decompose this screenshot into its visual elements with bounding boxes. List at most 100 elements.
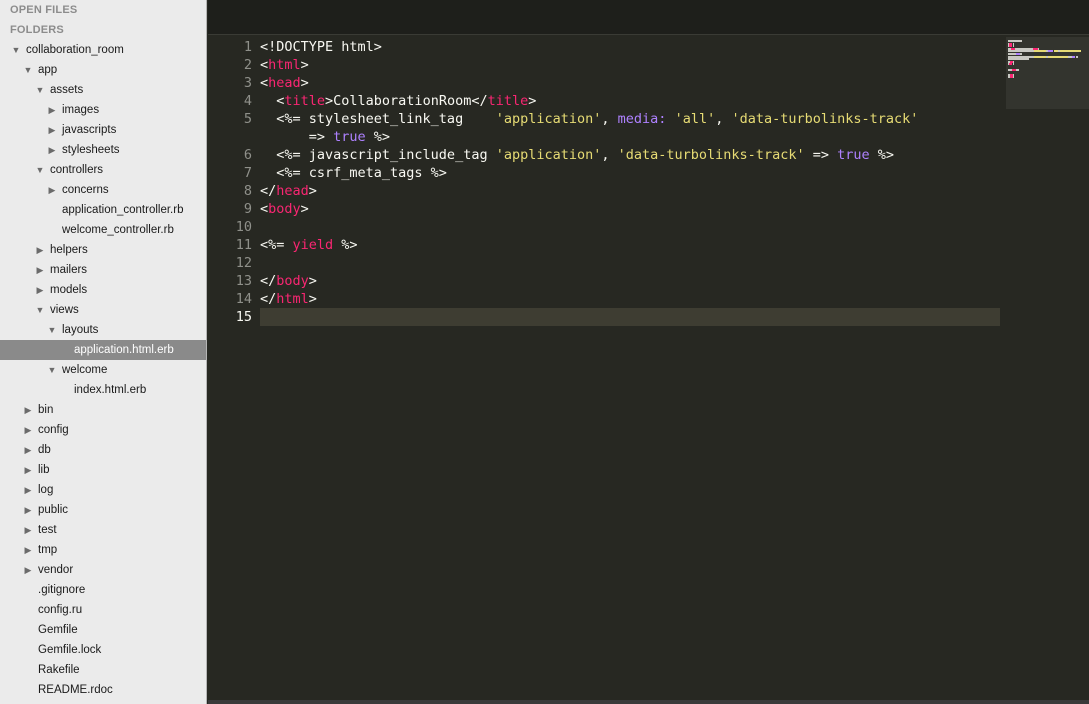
- code-line[interactable]: <%= javascript_include_tag 'application'…: [260, 146, 1010, 164]
- code-line[interactable]: <body>: [260, 200, 1010, 218]
- minimap-token: [1034, 55, 1046, 58]
- folder-item[interactable]: ▶ stylesheets: [0, 140, 206, 160]
- minimap[interactable]: [1006, 37, 1089, 109]
- folder-item[interactable]: ▶ bin: [0, 400, 206, 420]
- folder-item[interactable]: ▼ assets: [0, 80, 206, 100]
- minimap-token: [1047, 50, 1053, 53]
- folder-item[interactable]: ▶ db: [0, 440, 206, 460]
- disclosure-collapsed-icon[interactable]: ▶: [22, 400, 34, 420]
- disclosure-collapsed-icon[interactable]: ▶: [46, 120, 58, 140]
- line-number: 14: [235, 291, 252, 307]
- disclosure-expanded-icon[interactable]: ▼: [22, 60, 34, 80]
- code-line[interactable]: <title>CollaborationRoom</title>: [260, 92, 1010, 110]
- disclosure-expanded-icon[interactable]: ▼: [34, 80, 46, 100]
- code-line[interactable]: <%= csrf_meta_tags %>: [260, 164, 1010, 182]
- disclosure-expanded-icon[interactable]: ▼: [34, 300, 46, 320]
- disclosure-collapsed-icon[interactable]: ▶: [22, 560, 34, 580]
- line-number: 2: [243, 57, 252, 73]
- code-line[interactable]: => true %>: [260, 128, 1010, 146]
- code-line[interactable]: <%= stylesheet_link_tag 'application', m…: [260, 110, 1010, 128]
- tree-item-label: collaboration_room: [26, 44, 124, 56]
- code-token: title: [487, 93, 529, 109]
- disclosure-collapsed-icon[interactable]: ▶: [46, 140, 58, 160]
- code-line-current[interactable]: [260, 308, 1000, 326]
- code-area[interactable]: <!DOCTYPE html> <html> <head> <title>Colla…: [260, 38, 1010, 326]
- editor-pane[interactable]: 1 2 3 4 5 6 7 8 9 10 11 12 13 14 15 <!DOCTYPE html> <ht…: [208, 0, 1089, 704]
- code-line[interactable]: </head>: [260, 182, 1010, 200]
- disclosure-collapsed-icon[interactable]: ▶: [22, 500, 34, 520]
- code-token: >: [300, 201, 309, 217]
- disclosure-expanded-icon[interactable]: ▼: [46, 320, 58, 340]
- folder-item[interactable]: ▶ images: [0, 100, 206, 120]
- tree-item-label: assets: [50, 84, 84, 96]
- code-line[interactable]: <html>: [260, 56, 1010, 74]
- folder-item[interactable]: ▶ test: [0, 520, 206, 540]
- folder-item[interactable]: ▶ helpers: [0, 240, 206, 260]
- folder-item[interactable]: ▶ log: [0, 480, 206, 500]
- disclosure-collapsed-icon[interactable]: ▶: [22, 480, 34, 500]
- line-number: 12: [235, 255, 252, 271]
- open-files-header[interactable]: OPEN FILES: [0, 0, 206, 20]
- minimap-token: [1013, 76, 1015, 79]
- tree-item-label: Gemfile: [38, 624, 78, 636]
- file-item[interactable]: Rakefile: [0, 660, 206, 680]
- code-line[interactable]: <!DOCTYPE html>: [260, 38, 1010, 56]
- code-line[interactable]: </body>: [260, 272, 1010, 290]
- disclosure-collapsed-icon[interactable]: ▶: [22, 540, 34, 560]
- file-item[interactable]: application_controller.rb: [0, 200, 206, 220]
- minimap-token: [1075, 55, 1079, 58]
- file-item[interactable]: Gemfile: [0, 620, 206, 640]
- file-item[interactable]: welcome_controller.rb: [0, 220, 206, 240]
- disclosure-expanded-icon[interactable]: ▼: [46, 360, 58, 380]
- code-token: html: [276, 291, 309, 307]
- folder-item[interactable]: ▼ app: [0, 60, 206, 80]
- code-line[interactable]: [260, 254, 1010, 272]
- folder-item[interactable]: ▼ welcome: [0, 360, 206, 380]
- disclosure-expanded-icon[interactable]: ▼: [10, 40, 22, 60]
- folder-item[interactable]: ▶ models: [0, 280, 206, 300]
- code-token: 'data-turbolinks-track': [617, 147, 805, 163]
- file-item[interactable]: application.html.erb: [0, 340, 206, 360]
- folder-item[interactable]: ▶ config: [0, 420, 206, 440]
- line-number: 9: [243, 201, 252, 217]
- folder-item[interactable]: ▶ public: [0, 500, 206, 520]
- code-line[interactable]: <%= yield %>: [260, 236, 1010, 254]
- disclosure-collapsed-icon[interactable]: ▶: [22, 420, 34, 440]
- code-token: 'application': [495, 111, 602, 127]
- folder-item[interactable]: ▶ concerns: [0, 180, 206, 200]
- code-token: body: [268, 201, 301, 217]
- code-token: %>: [869, 147, 894, 163]
- folder-item[interactable]: ▶ javascripts: [0, 120, 206, 140]
- code-line[interactable]: <head>: [260, 74, 1010, 92]
- code-line[interactable]: [260, 218, 1010, 236]
- disclosure-collapsed-icon[interactable]: ▶: [22, 520, 34, 540]
- file-item[interactable]: Gemfile.lock: [0, 640, 206, 660]
- disclosure-collapsed-icon[interactable]: ▶: [34, 240, 46, 260]
- disclosure-collapsed-icon[interactable]: ▶: [46, 180, 58, 200]
- folder-item[interactable]: ▼ collaboration_room: [0, 40, 206, 60]
- disclosure-collapsed-icon[interactable]: ▶: [22, 440, 34, 460]
- folder-item[interactable]: ▼ layouts: [0, 320, 206, 340]
- file-item[interactable]: config.ru: [0, 600, 206, 620]
- folder-item[interactable]: ▶ vendor: [0, 560, 206, 580]
- folder-item[interactable]: ▼ controllers: [0, 160, 206, 180]
- code-token: <: [260, 75, 269, 91]
- folders-header[interactable]: FOLDERS: [0, 20, 206, 40]
- folder-item[interactable]: ▶ tmp: [0, 540, 206, 560]
- file-item[interactable]: README.rdoc: [0, 680, 206, 700]
- file-item[interactable]: .gitignore: [0, 580, 206, 600]
- file-item[interactable]: index.html.erb: [0, 380, 206, 400]
- line-number: 15: [235, 309, 252, 325]
- disclosure-collapsed-icon[interactable]: ▶: [34, 260, 46, 280]
- code-line[interactable]: </html>: [260, 290, 1010, 308]
- disclosure-expanded-icon[interactable]: ▼: [34, 160, 46, 180]
- tree-item-label: test: [38, 524, 57, 536]
- tree-item-label: helpers: [50, 244, 88, 256]
- disclosure-collapsed-icon[interactable]: ▶: [34, 280, 46, 300]
- disclosure-collapsed-icon[interactable]: ▶: [46, 100, 58, 120]
- folder-item[interactable]: ▶ mailers: [0, 260, 206, 280]
- tree-item-label: concerns: [62, 184, 109, 196]
- disclosure-collapsed-icon[interactable]: ▶: [22, 460, 34, 480]
- folder-item[interactable]: ▶ lib: [0, 460, 206, 480]
- folder-item[interactable]: ▼ views: [0, 300, 206, 320]
